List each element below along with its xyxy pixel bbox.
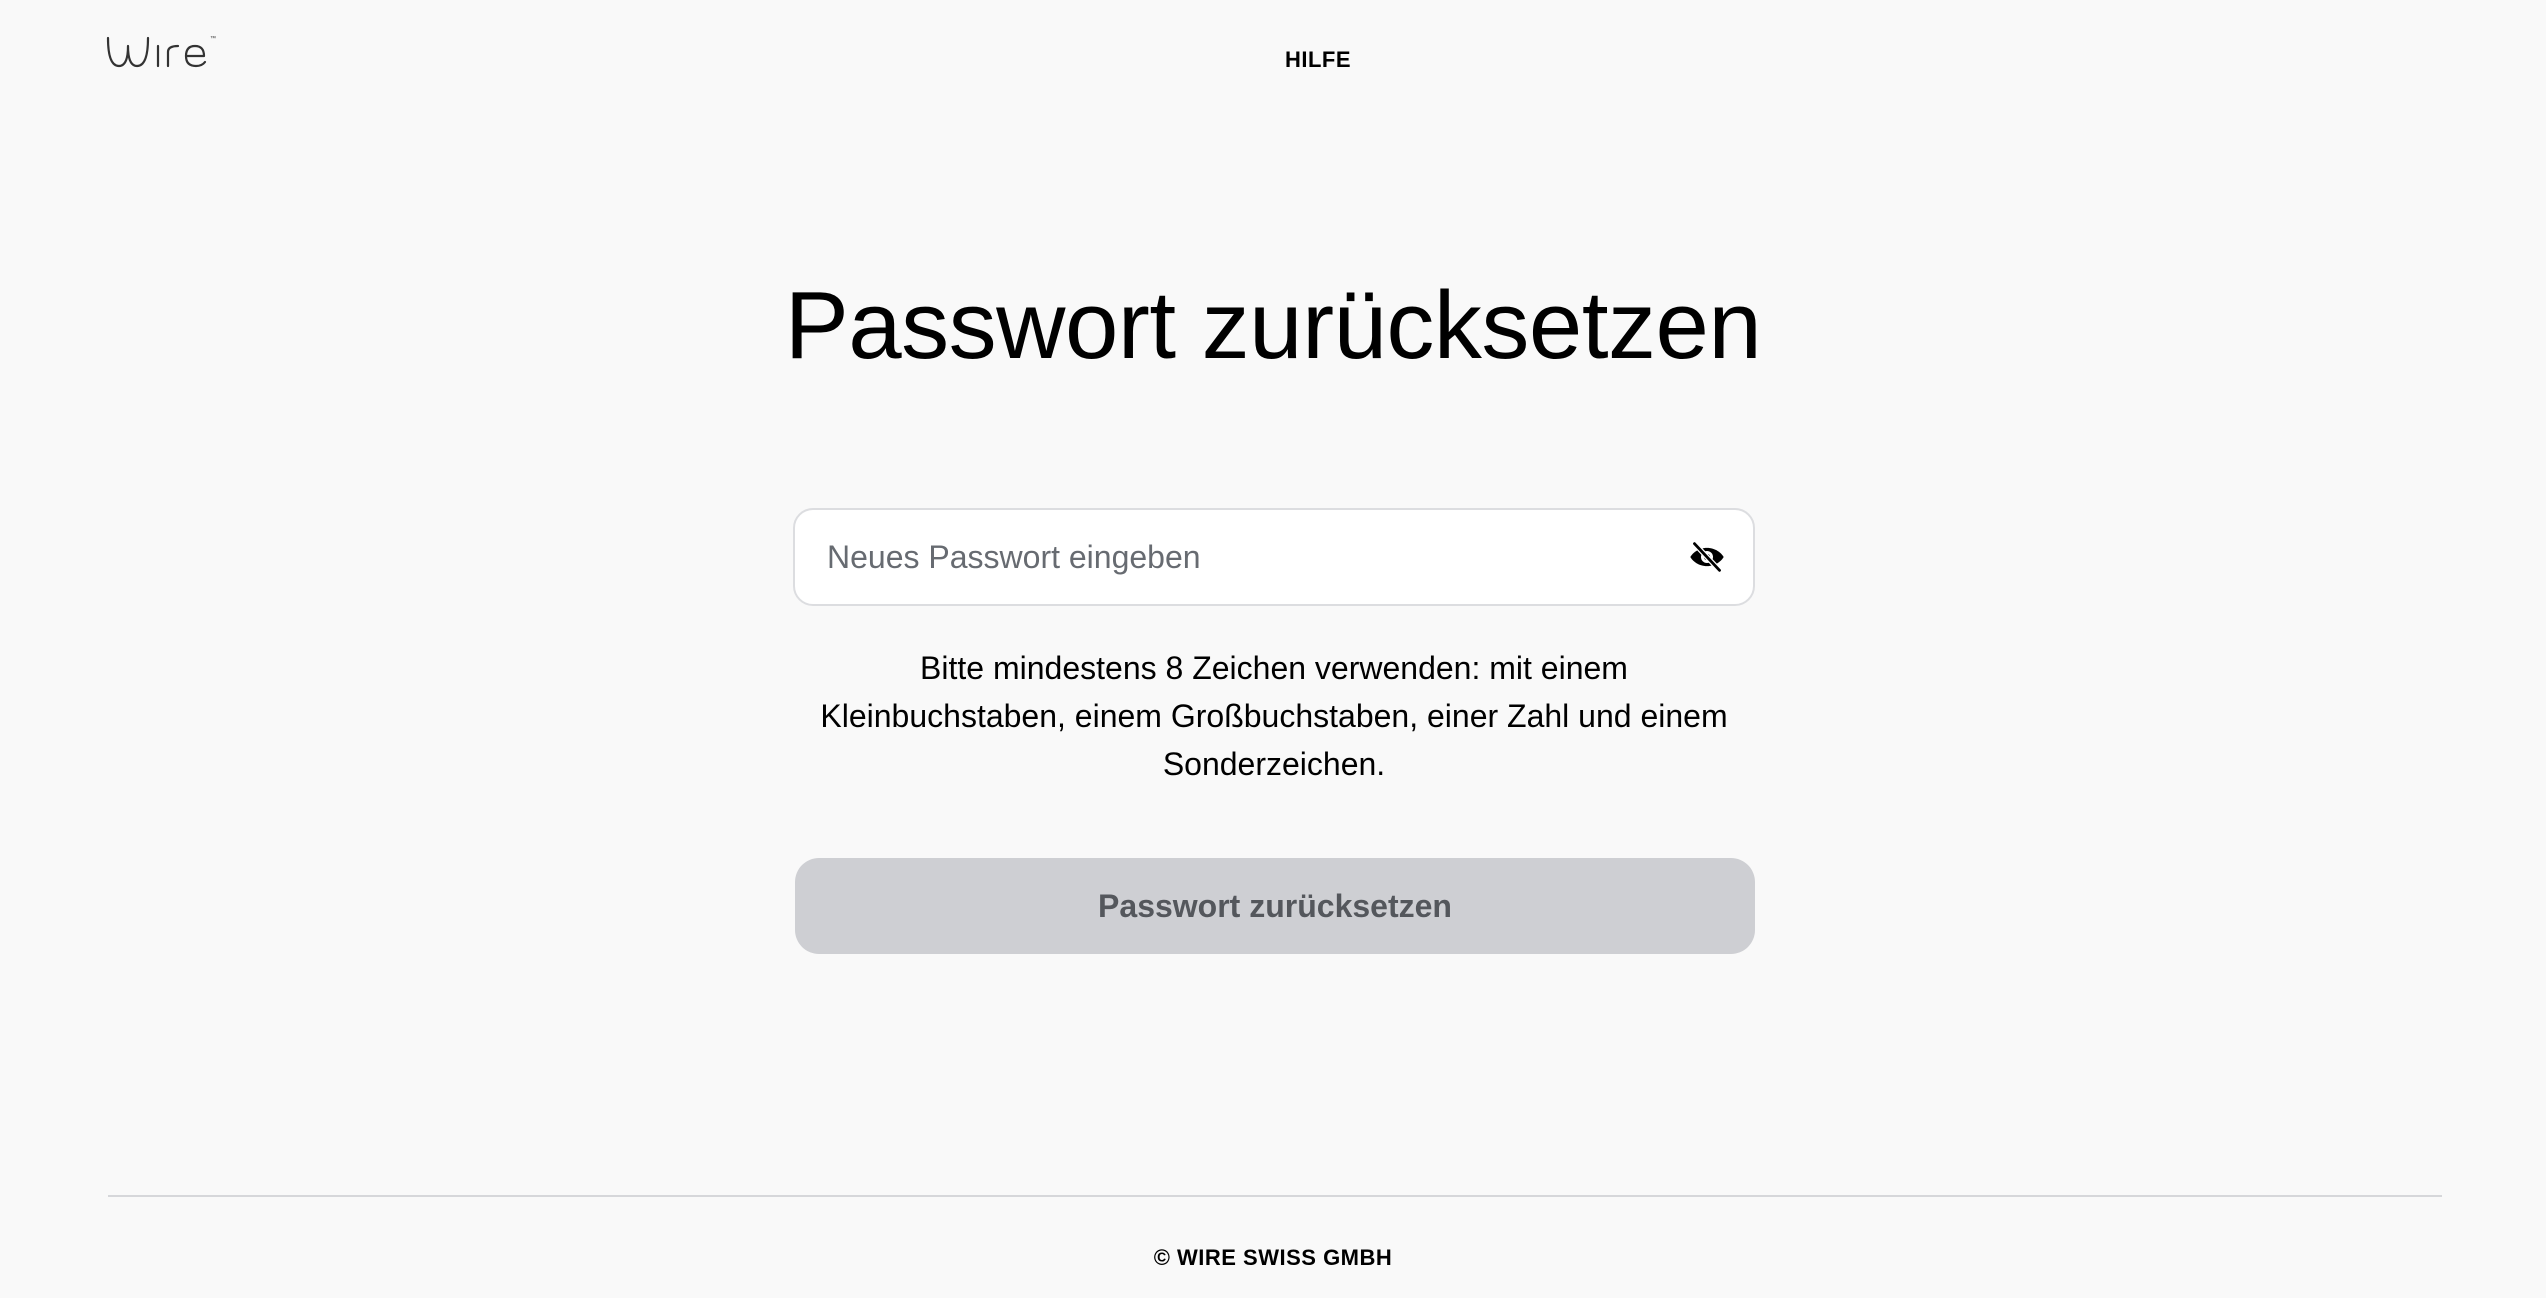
new-password-field	[793, 508, 1755, 606]
help-link-wrapper: HILFE	[45, 47, 2546, 73]
footer-divider	[108, 1195, 2442, 1197]
new-password-input[interactable]	[827, 510, 1647, 604]
page-title: Passwort zurücksetzen	[784, 272, 1762, 379]
reset-password-button[interactable]: Passwort zurücksetzen	[795, 858, 1755, 954]
footer-copyright: © WIRE SWISS GMBH	[1153, 1245, 1393, 1270]
help-link[interactable]: HILFE	[1285, 47, 1351, 73]
svg-text:™: ™	[210, 35, 216, 42]
password-requirements-hint: Bitte mindestens 8 Zeichen verwenden: mi…	[820, 650, 1728, 782]
eye-off-icon[interactable]	[1687, 537, 1727, 577]
